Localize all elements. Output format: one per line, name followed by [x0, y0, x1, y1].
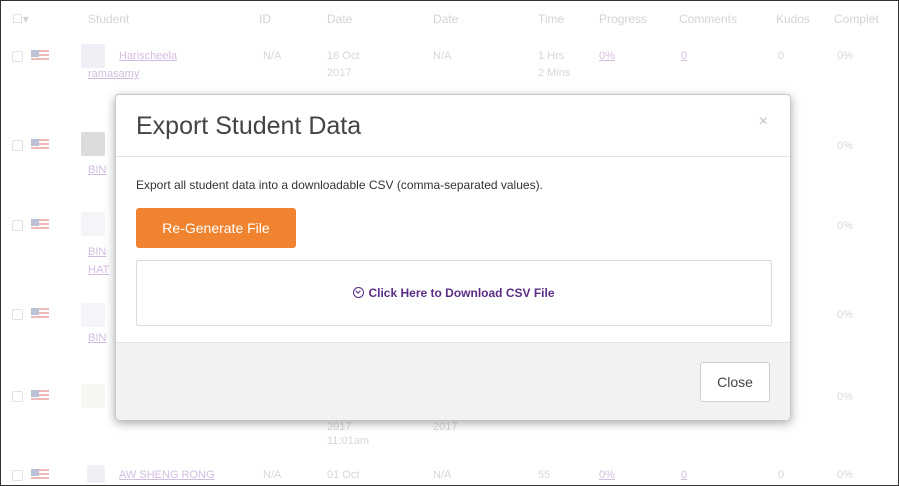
- download-csv-link[interactable]: Click Here to Download CSV File: [137, 286, 771, 300]
- modal-title: Export Student Data: [136, 112, 362, 140]
- download-circle-icon: [353, 287, 365, 298]
- modal-footer: Close: [116, 342, 790, 420]
- download-csv-label[interactable]: Click Here to Download CSV File: [368, 286, 554, 300]
- regenerate-file-button[interactable]: Re-Generate File: [136, 208, 296, 248]
- close-button[interactable]: Close: [700, 362, 770, 402]
- download-panel: Click Here to Download CSV File: [136, 260, 772, 326]
- page: ☐▾ Student ID Date Date Time Progress Co…: [0, 0, 899, 486]
- export-student-data-modal: Export Student Data × Export all student…: [115, 94, 791, 420]
- modal-description: Export all student data into a downloada…: [136, 178, 543, 192]
- close-icon[interactable]: ×: [759, 113, 768, 131]
- modal-header: Export Student Data ×: [116, 95, 790, 157]
